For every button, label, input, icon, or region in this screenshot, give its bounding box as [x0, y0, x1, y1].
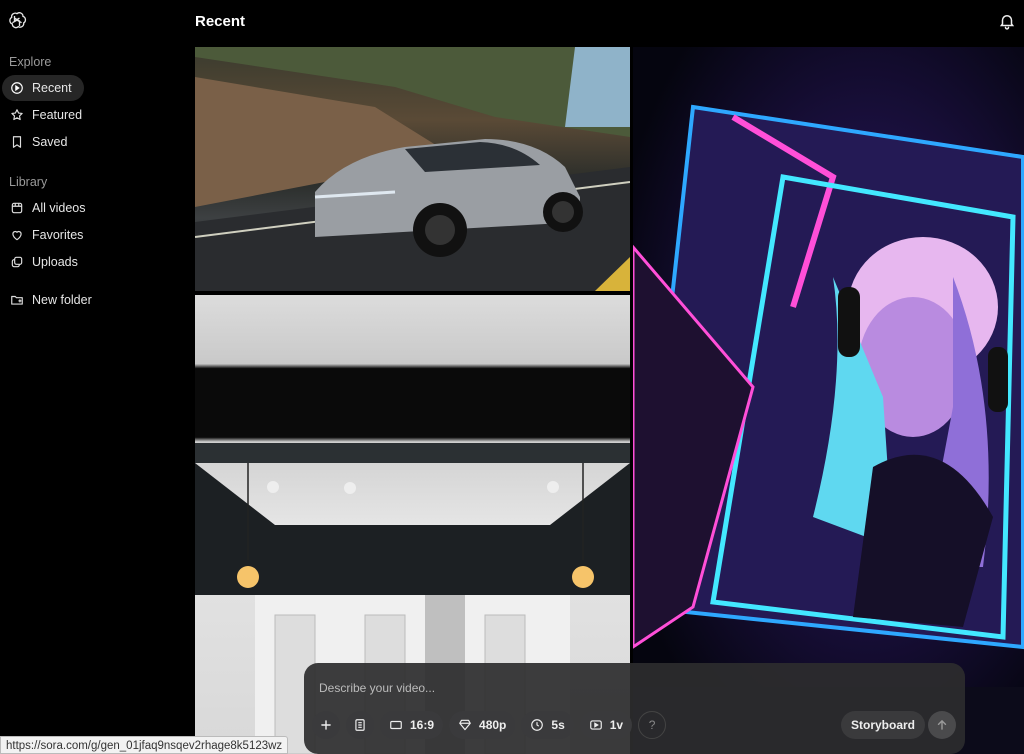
sidebar-item-label: All videos	[32, 201, 86, 215]
play-square-icon	[589, 720, 602, 730]
video-grid-icon	[11, 202, 23, 214]
sidebar-item-label: Favorites	[32, 228, 84, 242]
new-folder-button[interactable]: New folder	[2, 287, 104, 313]
heart-icon	[12, 230, 22, 241]
help-button[interactable]: ?	[638, 711, 667, 739]
car-video-tile[interactable]	[195, 47, 630, 291]
sidebar-item-all-videos[interactable]: All videos	[2, 195, 98, 221]
prompt-composer: 16:9 480p 5s 1v ? Storyboard	[304, 663, 965, 754]
aspect-ratio-value: 16:9	[410, 718, 435, 732]
storyboard-button[interactable]: Storyboard	[841, 711, 926, 739]
clock-icon	[531, 719, 544, 731]
sidebar-item-label: Uploads	[32, 255, 78, 269]
sidebar-item-favorites[interactable]: Favorites	[2, 222, 95, 248]
variations-value: 1v	[609, 718, 624, 732]
composer-toolbar: 16:9 480p 5s 1v ?	[312, 711, 667, 739]
explore-section-label: Explore	[9, 55, 52, 69]
sidebar-item-saved[interactable]: Saved	[2, 129, 79, 155]
submit-button[interactable]	[928, 711, 956, 739]
resolution-button[interactable]: 480p	[449, 711, 516, 739]
diamond-icon	[459, 719, 471, 731]
resolution-value: 480p	[479, 718, 507, 732]
car-scene-illustration	[195, 47, 630, 291]
sidebar-item-label: Recent	[32, 81, 72, 95]
new-folder-label: New folder	[32, 293, 92, 307]
aspect-ratio-button[interactable]: 16:9	[380, 711, 444, 739]
duration-button[interactable]: 5s	[521, 711, 574, 739]
add-media-button[interactable]	[312, 711, 340, 739]
sidebar-item-recent[interactable]: Recent	[2, 75, 84, 101]
neon-portrait-illustration	[633, 104, 1024, 754]
prompt-input[interactable]	[319, 681, 939, 695]
bell-icon[interactable]	[998, 12, 1016, 30]
uploads-icon	[11, 256, 23, 268]
sidebar-item-label: Featured	[32, 108, 83, 122]
page-title: Recent	[195, 13, 246, 30]
sidebar: Explore Recent Featured Saved Library Al…	[0, 50, 180, 314]
library-section-label: Library	[9, 175, 48, 189]
neon-portrait-tile[interactable]	[633, 47, 1024, 754]
presets-button[interactable]	[346, 711, 374, 739]
sidebar-item-uploads[interactable]: Uploads	[2, 249, 90, 275]
sidebar-item-label: Saved	[32, 135, 68, 149]
aspect-ratio-icon	[390, 720, 402, 730]
storyboard-label: Storyboard	[851, 718, 916, 732]
status-bar-url: https://sora.com/g/gen_01jfaq9nsqev2rhag…	[0, 736, 289, 754]
play-circle-icon	[11, 82, 23, 94]
bookmark-icon	[12, 136, 22, 148]
sidebar-item-featured[interactable]: Featured	[2, 102, 94, 128]
star-icon	[11, 109, 23, 121]
folder-plus-icon	[11, 295, 23, 305]
variations-button[interactable]: 1v	[579, 711, 633, 739]
arrow-up-icon	[937, 719, 947, 730]
document-icon	[355, 719, 365, 731]
plus-icon	[321, 720, 331, 730]
openai-logo-icon[interactable]	[7, 11, 27, 31]
help-label: ?	[648, 718, 656, 732]
duration-value: 5s	[551, 718, 565, 732]
